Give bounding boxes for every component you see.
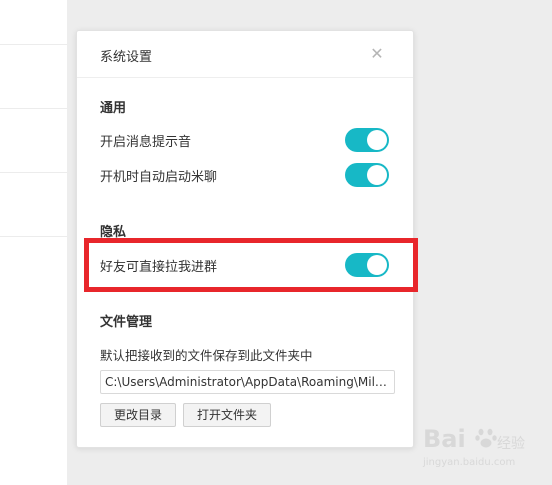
section-privacy-heading: 隐私 xyxy=(100,225,127,240)
toggle-knob xyxy=(367,130,387,150)
section-general-heading: 通用 xyxy=(100,101,127,116)
list-divider xyxy=(0,172,67,173)
list-divider xyxy=(0,108,67,109)
sound-notification-label: 开启消息提示音 xyxy=(100,135,192,150)
autostart-toggle[interactable] xyxy=(345,163,389,187)
change-directory-button[interactable]: 更改目录 xyxy=(100,403,176,427)
watermark-logo: Bai xyxy=(423,425,466,453)
paw-icon xyxy=(475,428,497,448)
autostart-label: 开机时自动启动米聊 xyxy=(100,170,218,185)
group-invite-label: 好友可直接拉我进群 xyxy=(100,260,218,275)
list-divider xyxy=(0,44,67,45)
section-files-heading: 文件管理 xyxy=(100,315,153,330)
dialog-title: 系统设置 xyxy=(100,50,153,65)
watermark-subtitle: 经验 xyxy=(497,436,525,452)
list-divider xyxy=(0,236,67,237)
background-list-panel xyxy=(0,0,67,485)
folder-description: 默认把接收到的文件保存到此文件夹中 xyxy=(100,348,313,363)
baidu-watermark: Bai 经验 jingyan.baidu.com xyxy=(423,425,533,473)
watermark-url: jingyan.baidu.com xyxy=(423,457,516,468)
dialog-header: 系统设置 ✕ xyxy=(77,31,413,78)
close-icon[interactable]: ✕ xyxy=(367,44,387,64)
toggle-knob xyxy=(367,255,387,275)
toggle-knob xyxy=(367,165,387,185)
sound-notification-toggle[interactable] xyxy=(345,128,389,152)
group-invite-toggle[interactable] xyxy=(345,253,389,277)
settings-dialog: 系统设置 ✕ 通用 开启消息提示音 开机时自动启动米聊 隐私 好友可直接拉我进群… xyxy=(76,30,414,448)
download-path-field[interactable]: C:\Users\Administrator\AppData\Roaming\M… xyxy=(100,370,395,394)
open-folder-button[interactable]: 打开文件夹 xyxy=(183,403,271,427)
